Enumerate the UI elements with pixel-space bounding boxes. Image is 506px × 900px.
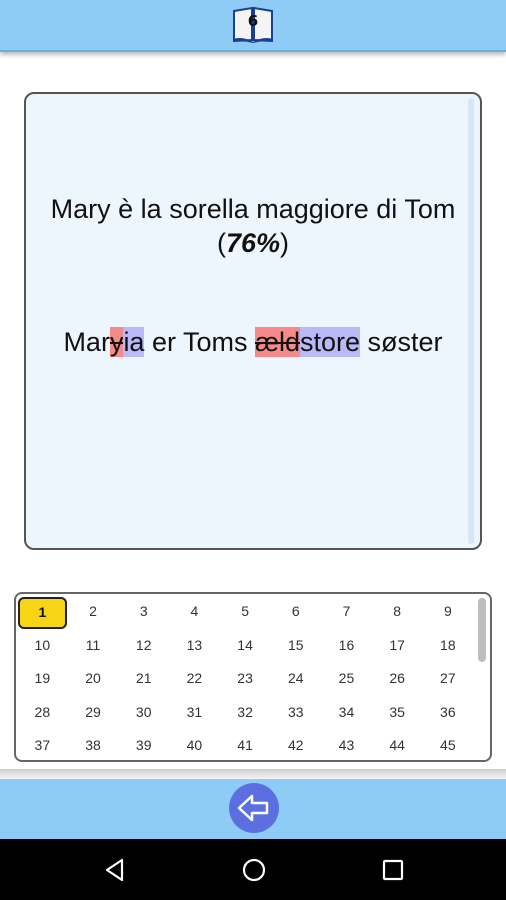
sentence-grid: 1 2 3 4 5 6 7 8 9 10 11 12 13 14 15 16 17 18 19 20 21 22 23 24 2…: [14, 592, 492, 762]
sentence-number[interactable]: 41: [220, 731, 271, 760]
sentence-number[interactable]: 15: [270, 631, 321, 665]
answer-segment-same: Mar: [63, 327, 110, 357]
prompt-text-block: Mary è la sorella maggiore di Tom (76%): [36, 192, 470, 260]
sentence-number[interactable]: 23: [220, 664, 271, 698]
sentence-number[interactable]: 28: [17, 698, 68, 732]
sentence-number[interactable]: 44: [372, 731, 423, 760]
answer-segment-inserted: store: [300, 327, 361, 357]
sentence-number[interactable]: 30: [118, 698, 169, 732]
sentence-number[interactable]: 36: [423, 698, 474, 732]
prompt-sentence: Mary è la sorella maggiore di Tom: [50, 194, 456, 224]
score-open: (: [216, 228, 226, 258]
lesson-number: 6: [247, 12, 259, 30]
score-value: 76%: [225, 228, 281, 258]
sentence-number[interactable]: 11: [68, 631, 119, 665]
back-button[interactable]: [229, 783, 279, 833]
top-bar: 6: [0, 0, 506, 52]
sentence-number[interactable]: 27: [423, 664, 474, 698]
book-icon[interactable]: 6: [232, 5, 274, 43]
sentence-number[interactable]: 34: [321, 698, 372, 732]
sentence-number[interactable]: 45: [423, 731, 474, 760]
sentence-number[interactable]: 3: [118, 597, 169, 631]
answer-segment-same: er Toms: [144, 327, 255, 357]
answer-segment-deleted: y: [109, 327, 124, 357]
sentence-number[interactable]: 7: [321, 597, 372, 631]
sentence-number[interactable]: 22: [169, 664, 220, 698]
sentence-number[interactable]: 8: [372, 597, 423, 631]
sentence-number[interactable]: 14: [220, 631, 271, 665]
sentence-number[interactable]: 38: [68, 731, 119, 760]
sentence-number[interactable]: 6: [270, 597, 321, 631]
sentence-number[interactable]: 21: [118, 664, 169, 698]
sentence-number[interactable]: 24: [270, 664, 321, 698]
score: (76%): [36, 226, 470, 260]
sentence-number[interactable]: 43: [321, 731, 372, 760]
sentence-number[interactable]: 12: [118, 631, 169, 665]
sentence-number[interactable]: 42: [270, 731, 321, 760]
sentence-number[interactable]: 20: [68, 664, 119, 698]
divider: [0, 769, 506, 779]
sentence-number[interactable]: 39: [118, 731, 169, 760]
sentence-number[interactable]: 25: [321, 664, 372, 698]
score-close: ): [280, 228, 290, 258]
translation-card: Mary è la sorella maggiore di Tom (76%) …: [24, 92, 482, 550]
sentence-number[interactable]: 2: [68, 597, 119, 631]
sentence-number[interactable]: 37: [17, 731, 68, 760]
nav-back-icon[interactable]: [102, 857, 128, 883]
bottom-bar: [0, 779, 506, 839]
answer-diff: Maryia er Toms ældstore søster: [36, 324, 470, 360]
sentence-number[interactable]: 10: [17, 631, 68, 665]
sentence-number[interactable]: 17: [372, 631, 423, 665]
sentence-number[interactable]: 4: [169, 597, 220, 631]
sentence-number-grid: 1 2 3 4 5 6 7 8 9 10 11 12 13 14 15 16 17 18 19 20 21 22 23 24 2…: [17, 597, 474, 760]
sentence-number[interactable]: 18: [423, 631, 474, 665]
back-arrow-icon: [237, 794, 269, 822]
sentence-number[interactable]: 33: [270, 698, 321, 732]
sentence-number[interactable]: 35: [372, 698, 423, 732]
sentence-number[interactable]: 9: [423, 597, 474, 631]
sentence-number[interactable]: 5: [220, 597, 271, 631]
sentence-number[interactable]: 26: [372, 664, 423, 698]
sentence-number[interactable]: 32: [220, 698, 271, 732]
nav-home-icon[interactable]: [241, 857, 267, 883]
sentence-number[interactable]: 31: [169, 698, 220, 732]
card-scrollbar[interactable]: [468, 98, 474, 544]
nav-recents-icon[interactable]: [380, 857, 406, 883]
grid-scrollbar[interactable]: [478, 598, 486, 662]
sentence-number[interactable]: 19: [17, 664, 68, 698]
sentence-number[interactable]: 40: [169, 731, 220, 760]
answer-segment-deleted: æld: [254, 327, 301, 357]
sentence-number[interactable]: 29: [68, 698, 119, 732]
answer-segment-inserted: ia: [123, 327, 145, 357]
sentence-number[interactable]: 13: [169, 631, 220, 665]
system-nav-bar: [0, 839, 506, 900]
answer-segment-same: søster: [360, 327, 443, 357]
sentence-number-selected[interactable]: 1: [18, 597, 67, 629]
sentence-number[interactable]: 16: [321, 631, 372, 665]
